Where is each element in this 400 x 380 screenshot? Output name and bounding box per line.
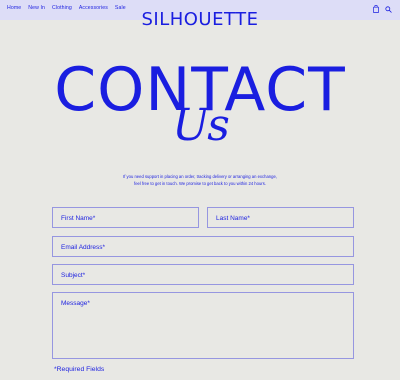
brand-logo[interactable]: SILHOUETTE [0,9,400,30]
shopping-bag-icon[interactable] [373,5,379,13]
first-name-placeholder: First Name* [61,215,96,222]
subject-field[interactable]: Subject* [52,264,354,285]
intro-line: If you need support in placing an order,… [123,174,277,179]
header-icons [373,5,392,13]
first-name-field[interactable]: First Name* [52,207,199,228]
last-name-field[interactable]: Last Name* [207,207,354,228]
intro-line: feel free to get in touch. We promise to… [134,180,266,186]
search-icon[interactable] [385,5,392,13]
message-field[interactable]: Message* [52,292,354,359]
required-fields-note: *Required Fields [54,366,105,373]
message-placeholder: Message* [61,300,90,307]
email-placeholder: Email Address* [61,244,106,251]
last-name-placeholder: Last Name* [216,215,250,222]
email-field[interactable]: Email Address* [52,236,354,257]
subject-placeholder: Subject* [61,272,86,279]
page-subtitle: Us [172,100,230,151]
intro-text: If you need support in placing an order,… [110,174,290,187]
